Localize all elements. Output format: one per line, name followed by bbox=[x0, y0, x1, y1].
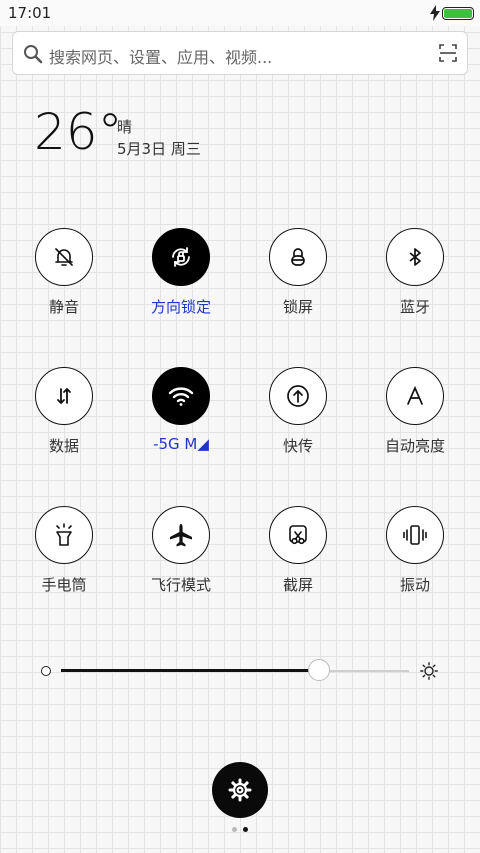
search-icon bbox=[23, 44, 43, 68]
toggle-label: -5G M◢ bbox=[153, 435, 209, 453]
sun-icon bbox=[420, 662, 438, 684]
weather-condition: 晴 bbox=[117, 118, 133, 136]
wifi-icon bbox=[152, 367, 210, 425]
vibrate-icon bbox=[386, 506, 444, 564]
bluetooth-icon bbox=[386, 228, 444, 286]
brightness-slider-fill bbox=[61, 669, 319, 672]
toggle-mute[interactable]: 静音 bbox=[19, 228, 109, 328]
toggle-label: 截屏 bbox=[282, 576, 313, 594]
toggle-label: 方向锁定 bbox=[150, 298, 211, 316]
toggle-airplane-mode[interactable]: 飞行模式 bbox=[136, 506, 226, 606]
toggle-lock-screen[interactable]: 锁屏 bbox=[253, 228, 343, 328]
toggle-screenshot[interactable]: 截屏 bbox=[253, 506, 343, 606]
toggle-quick-transfer[interactable]: 快传 bbox=[253, 367, 343, 467]
battery-icon bbox=[442, 7, 474, 20]
brightness-slider-thumb[interactable] bbox=[307, 659, 330, 681]
upload-icon bbox=[269, 367, 327, 425]
search-input[interactable]: 搜索网页、设置、应用、视频... bbox=[49, 44, 272, 68]
toggle-label: 蓝牙 bbox=[399, 298, 430, 316]
page-dot bbox=[232, 827, 237, 832]
temperature: 26° bbox=[34, 103, 123, 161]
toggle-flashlight[interactable]: 手电筒 bbox=[19, 506, 109, 606]
charging-icon bbox=[430, 5, 440, 25]
toggle-label: 数据 bbox=[48, 437, 79, 455]
toggle-label: 振动 bbox=[399, 576, 430, 594]
toggle-mobile-data[interactable]: 数据 bbox=[19, 367, 109, 467]
toggle-wifi[interactable]: -5G M◢ bbox=[136, 367, 226, 467]
toggle-vibrate[interactable]: 振动 bbox=[370, 506, 460, 606]
toggle-label: 静音 bbox=[48, 298, 79, 316]
toggle-rotation-lock[interactable]: 方向锁定 bbox=[136, 228, 226, 328]
status-time: 17:01 bbox=[8, 4, 52, 22]
bell-off-icon bbox=[35, 228, 93, 286]
toggle-label: 快传 bbox=[282, 437, 313, 455]
lock-icon bbox=[269, 228, 327, 286]
page-dot-current bbox=[243, 827, 248, 832]
settings-button[interactable] bbox=[212, 762, 268, 818]
toggle-label: 手电筒 bbox=[41, 576, 87, 594]
search-bar[interactable]: 搜索网页、设置、应用、视频... bbox=[12, 31, 468, 75]
brightness-min-icon bbox=[41, 666, 51, 676]
flashlight-icon bbox=[35, 506, 93, 564]
data-arrows-icon bbox=[35, 367, 93, 425]
weather-date: 5月3日 周三 bbox=[117, 140, 201, 158]
auto-brightness-icon bbox=[386, 367, 444, 425]
page-indicator bbox=[232, 827, 248, 832]
gear-icon bbox=[228, 778, 252, 802]
scan-icon[interactable] bbox=[439, 44, 457, 66]
rotation-lock-icon bbox=[152, 228, 210, 286]
status-bar: 17:01 bbox=[0, 0, 480, 26]
toggle-bluetooth[interactable]: 蓝牙 bbox=[370, 228, 460, 328]
toggle-label: 自动亮度 bbox=[384, 437, 445, 455]
toggle-label: 锁屏 bbox=[282, 298, 313, 316]
airplane-icon bbox=[152, 506, 210, 564]
toggle-auto-brightness[interactable]: 自动亮度 bbox=[370, 367, 460, 467]
toggle-label: 飞行模式 bbox=[150, 576, 211, 594]
screenshot-icon bbox=[269, 506, 327, 564]
